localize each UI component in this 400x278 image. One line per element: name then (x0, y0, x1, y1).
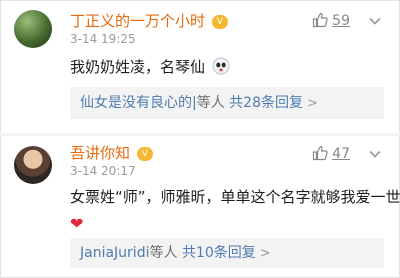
avatar[interactable] (14, 146, 52, 184)
username-text[interactable]: 吾讲你知 (70, 144, 130, 162)
chevron-down-icon[interactable] (368, 14, 382, 28)
username-text[interactable]: 丁正义的一万个小时 (70, 12, 205, 30)
vip-badge-icon: V (136, 147, 153, 161)
comment-text: 我奶奶姓凌，名琴仙 (70, 56, 230, 77)
comment-body: 我奶奶姓凌，名琴仙 (70, 58, 206, 76)
reply-suffix: 等人 (196, 95, 225, 111)
reply-count[interactable]: 共10条回复 (182, 245, 256, 261)
comment-time: 3-14 20:17 (70, 164, 136, 178)
reply-suffix: 等人 (149, 245, 178, 261)
like-button[interactable]: 47 (312, 145, 350, 162)
like-count: 59 (332, 13, 350, 29)
reply-summary[interactable]: JaniaJuridi等人 共10条回复 > (70, 238, 384, 268)
thumbs-up-icon (313, 12, 328, 28)
comment-username[interactable]: 丁正义的一万个小时 V (70, 10, 228, 31)
comment-username[interactable]: 吾讲你知 V (70, 142, 153, 163)
avatar[interactable] (14, 10, 52, 48)
thumbs-up-icon (313, 145, 328, 161)
reply-user[interactable]: JaniaJuridi (80, 245, 149, 261)
comment-emoji-line: ❤ (70, 214, 83, 233)
chevron-right-icon: > (259, 246, 271, 261)
reply-summary[interactable]: 仙女是没有良心的|等人 共28条回复 > (70, 87, 384, 119)
comment-text: 女票姓“师”，师雅昕，单单这个名字就够我爱一世 (70, 188, 400, 206)
red-heart-icon: ❤ (70, 214, 84, 233)
chevron-right-icon: > (307, 96, 318, 111)
chevron-down-icon[interactable] (368, 147, 382, 161)
like-count: 47 (332, 146, 350, 162)
reply-count[interactable]: 共28条回复 (229, 95, 303, 111)
comment-time: 3-14 19:25 (70, 32, 136, 46)
like-button[interactable]: 59 (312, 12, 350, 29)
comment-item: 丁正义的一万个小时 V 3-14 19:25 59 我奶奶姓凌，名琴仙 仙女是没… (0, 0, 400, 130)
comment-item: 吾讲你知 V 3-14 20:17 47 女票姓“师”，师雅昕，单单这个名字就够… (0, 136, 400, 278)
vip-badge-icon: V (211, 15, 228, 29)
ghost-emoji-icon (212, 57, 230, 75)
reply-user[interactable]: 仙女是没有良心的| (80, 95, 197, 111)
